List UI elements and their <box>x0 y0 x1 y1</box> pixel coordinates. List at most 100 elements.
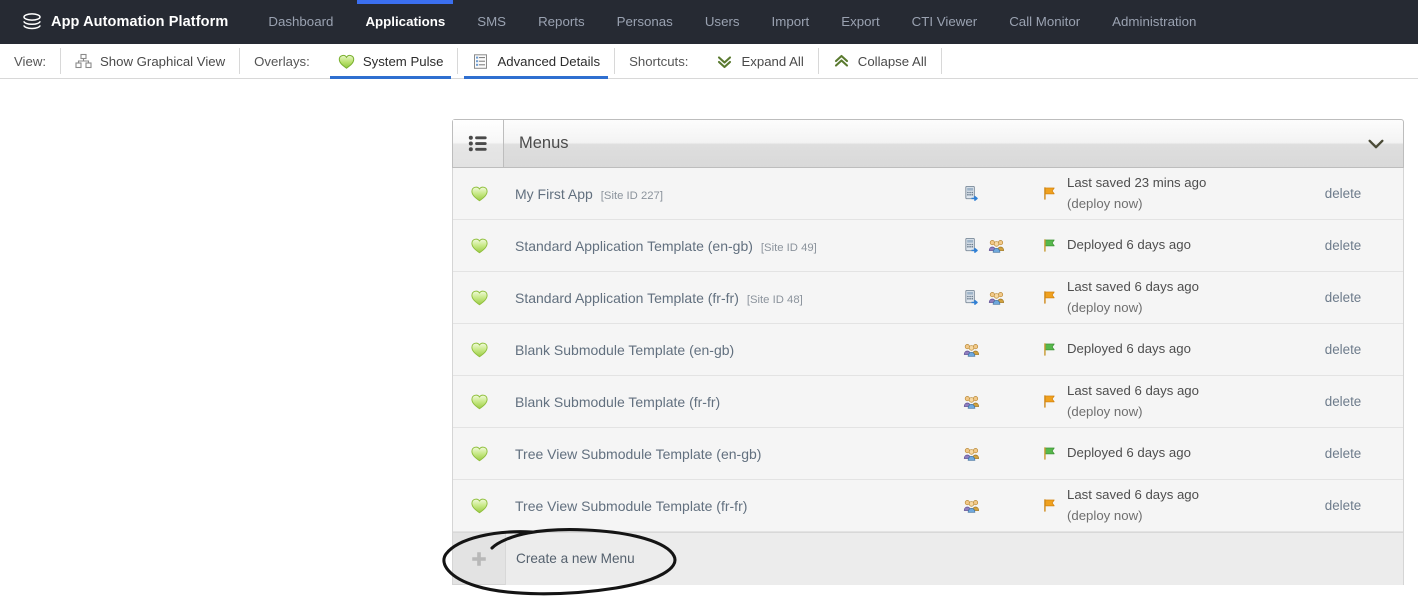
chevron-down-icon[interactable] <box>1349 120 1403 167</box>
delete-link[interactable]: delete <box>1325 186 1361 201</box>
people-group-icon[interactable] <box>988 237 1005 254</box>
deploy-status-cell: Deployed 6 days ago <box>1033 339 1283 359</box>
people-group-icon[interactable] <box>963 497 980 514</box>
advanced-details-tab[interactable]: Advanced Details <box>458 44 614 79</box>
nav-item-dashboard[interactable]: Dashboard <box>252 0 349 44</box>
heart-green-icon <box>338 53 355 70</box>
menu-name: Blank Submodule Template (en-gb) <box>515 341 735 358</box>
site-id: [Site ID 49] <box>760 241 817 254</box>
delete-cell: delete <box>1283 290 1403 305</box>
row-icons <box>933 185 1033 202</box>
document-lines-icon <box>472 53 489 70</box>
deploy-main: Last saved 6 days ago <box>1067 487 1199 503</box>
deploy-sub[interactable]: (deploy now) <box>1067 300 1143 315</box>
show-graphical-view-button[interactable]: Show Graphical View <box>61 44 239 78</box>
advanced-details-label: Advanced Details <box>497 53 601 69</box>
collapse-all-label: Collapse All <box>857 53 927 69</box>
device-export-icon[interactable] <box>963 289 980 306</box>
deploy-main: Last saved 6 days ago <box>1067 279 1199 295</box>
table-row[interactable]: Tree View Submodule Template (en-gb) Dep… <box>453 428 1403 480</box>
menu-name-cell[interactable]: Standard Application Template (en-gb) [S… <box>505 238 933 254</box>
plus-icon <box>453 550 505 568</box>
deploy-status-cell: Last saved 6 days ago (deploy now) <box>1033 277 1283 318</box>
flag-green-icon <box>1041 341 1058 358</box>
create-new-menu-button[interactable]: Create a new Menu <box>453 532 1403 585</box>
nav-item-personas[interactable]: Personas <box>601 0 689 44</box>
deploy-sub[interactable]: (deploy now) <box>1067 404 1143 419</box>
table-row[interactable]: Blank Submodule Template (en-gb) Deploye… <box>453 324 1403 376</box>
menu-name-cell[interactable]: Tree View Submodule Template (en-gb) <box>505 446 933 462</box>
collapse-all-button[interactable]: Collapse All <box>819 44 941 78</box>
deploy-sub[interactable]: (deploy now) <box>1067 508 1143 523</box>
nav-item-administration[interactable]: Administration <box>1096 0 1212 44</box>
deploy-text: Deployed 6 days ago <box>1067 339 1191 359</box>
delete-link[interactable]: delete <box>1325 342 1361 357</box>
menu-name-cell[interactable]: My First App [Site ID 227] <box>505 186 933 202</box>
menus-panel-header[interactable]: Menus <box>452 119 1404 168</box>
nav-item-call-monitor[interactable]: Call Monitor <box>993 0 1096 44</box>
delete-link[interactable]: delete <box>1325 238 1361 253</box>
menu-name-cell[interactable]: Blank Submodule Template (fr-fr) <box>505 394 933 410</box>
table-row[interactable]: My First App [Site ID 227] Last saved 23… <box>453 168 1403 220</box>
page-title: Menus <box>519 134 569 152</box>
nav-item-reports[interactable]: Reports <box>522 0 601 44</box>
expand-all-button[interactable]: Expand All <box>702 44 817 78</box>
delete-link[interactable]: delete <box>1325 394 1361 409</box>
flag-orange-icon <box>1041 393 1058 410</box>
table-row[interactable]: Blank Submodule Template (fr-fr) Last sa… <box>453 376 1403 428</box>
hierarchy-icon <box>75 53 92 70</box>
nav-item-sms[interactable]: SMS <box>461 0 522 44</box>
flag-green-icon <box>1041 445 1058 462</box>
people-group-icon[interactable] <box>963 341 980 358</box>
table-row[interactable]: Tree View Submodule Template (fr-fr) Las… <box>453 480 1403 532</box>
heart-green-icon <box>453 288 505 307</box>
row-icons <box>933 341 1033 358</box>
deploy-sub[interactable]: (deploy now) <box>1067 196 1143 211</box>
show-graphical-view-label: Show Graphical View <box>100 53 226 69</box>
menu-name-cell[interactable]: Blank Submodule Template (en-gb) <box>505 342 933 358</box>
deploy-main: Deployed 6 days ago <box>1067 341 1191 357</box>
nav-item-import[interactable]: Import <box>756 0 826 44</box>
delete-link[interactable]: delete <box>1325 446 1361 461</box>
menus-list: My First App [Site ID 227] Last saved 23… <box>452 168 1404 585</box>
deploy-main: Last saved 6 days ago <box>1067 383 1199 399</box>
expand-all-label: Expand All <box>741 53 804 69</box>
site-id: [Site ID 48] <box>746 293 803 306</box>
menu-name: Blank Submodule Template (fr-fr) <box>515 393 721 410</box>
nav-item-applications[interactable]: Applications <box>349 0 461 44</box>
flag-orange-icon <box>1041 497 1058 514</box>
deploy-status-cell: Last saved 23 mins ago (deploy now) <box>1033 173 1283 214</box>
delete-cell: delete <box>1283 342 1403 357</box>
device-export-icon[interactable] <box>963 185 980 202</box>
chevrons-down-icon <box>716 53 733 70</box>
deploy-text: Last saved 23 mins ago (deploy now) <box>1067 173 1206 214</box>
deploy-status-cell: Deployed 6 days ago <box>1033 235 1283 255</box>
heart-green-icon <box>453 392 505 411</box>
nav-item-users[interactable]: Users <box>689 0 756 44</box>
menu-name-cell[interactable]: Tree View Submodule Template (fr-fr) <box>505 498 933 514</box>
people-group-icon[interactable] <box>988 289 1005 306</box>
heart-green-icon <box>453 496 505 515</box>
table-row[interactable]: Standard Application Template (en-gb) [S… <box>453 220 1403 272</box>
deploy-text: Deployed 6 days ago <box>1067 235 1191 255</box>
menu-name-cell[interactable]: Standard Application Template (fr-fr) [S… <box>505 290 933 306</box>
people-group-icon[interactable] <box>963 445 980 462</box>
flag-green-icon <box>1041 237 1058 254</box>
nav-item-cti-viewer[interactable]: CTI Viewer <box>896 0 994 44</box>
people-group-icon[interactable] <box>963 393 980 410</box>
deploy-text: Last saved 6 days ago (deploy now) <box>1067 485 1199 526</box>
stack-layers-icon <box>22 12 42 32</box>
device-export-icon[interactable] <box>963 237 980 254</box>
heart-green-icon <box>453 444 505 463</box>
deploy-main: Deployed 6 days ago <box>1067 237 1191 253</box>
nav-item-export[interactable]: Export <box>825 0 895 44</box>
shortcuts-label: Shortcuts: <box>629 53 689 69</box>
delete-link[interactable]: delete <box>1325 498 1361 513</box>
table-row[interactable]: Standard Application Template (fr-fr) [S… <box>453 272 1403 324</box>
delete-link[interactable]: delete <box>1325 290 1361 305</box>
system-pulse-tab[interactable]: System Pulse <box>324 44 458 79</box>
deploy-main: Deployed 6 days ago <box>1067 445 1191 461</box>
deploy-text: Deployed 6 days ago <box>1067 443 1191 463</box>
row-icons <box>933 393 1033 410</box>
heart-green-icon <box>453 340 505 359</box>
